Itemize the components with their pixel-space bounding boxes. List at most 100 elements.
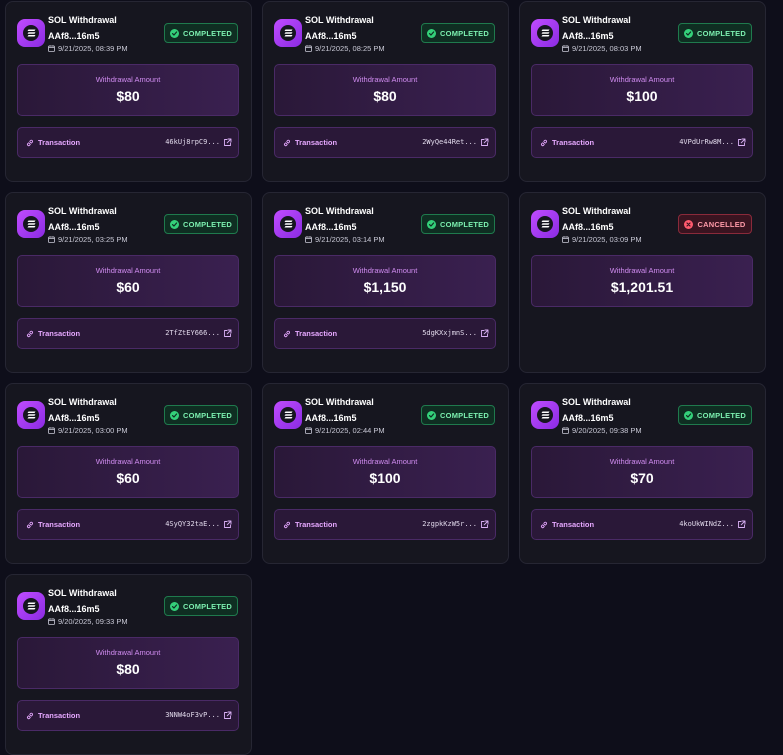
transaction-hash[interactable]: 3NNW4oF3vP... [165,711,220,719]
transaction-row[interactable]: Transaction 2zgpkKzW5r... [274,509,496,540]
calendar-icon [305,236,312,243]
transaction-label: Transaction [552,520,595,529]
transaction-row[interactable]: Transaction 4koUkWINdZ... [531,509,753,540]
status-text: COMPLETED [183,601,232,611]
transaction-hash[interactable]: 4koUkWINdZ... [679,520,734,528]
calendar-icon [562,45,569,52]
external-link-icon[interactable] [480,138,489,147]
solana-logo-icon [17,19,45,47]
card-date: 9/21/2025, 02:44 PM [305,426,385,435]
status-text: COMPLETED [697,28,746,38]
amount-box: Withdrawal Amount $80 [17,637,239,689]
date-text: 9/21/2025, 08:25 PM [315,44,385,53]
transaction-row[interactable]: Transaction 5dgKXxjmnS... [274,318,496,349]
transaction-label: Transaction [552,138,595,147]
check-circle-icon [170,28,180,38]
solana-logo-icon [531,19,559,47]
calendar-icon [48,618,55,625]
status-badge: COMPLETED [421,405,495,425]
amount-label: Withdrawal Amount [95,648,161,657]
transaction-row[interactable]: Transaction 2TfZtEY666... [17,318,239,349]
amount-box: Withdrawal Amount $60 [17,446,239,498]
wallet-address: AAf8...16m5 [305,31,357,41]
amount-label: Withdrawal Amount [609,457,675,466]
calendar-icon [48,236,55,243]
card-date: 9/21/2025, 08:03 PM [562,44,642,53]
external-link-icon[interactable] [480,520,489,529]
withdrawal-card: SOL Withdrawal AAf8...16m5 9/21/2025, 03… [5,192,252,373]
external-link-icon[interactable] [737,138,746,147]
date-text: 9/21/2025, 03:09 PM [572,235,642,244]
status-text: COMPLETED [183,28,232,38]
transaction-hash[interactable]: 4SyQY32taE... [165,520,220,528]
transaction-hash[interactable]: 5dgKXxjmnS... [422,329,477,337]
transaction-hash[interactable]: 2TfZtEY666... [165,329,220,337]
transaction-label: Transaction [295,138,338,147]
external-link-icon[interactable] [223,520,232,529]
transaction-label: Transaction [38,520,81,529]
status-text: COMPLETED [440,219,489,229]
amount-value: $60 [116,470,140,486]
transaction-row[interactable]: Transaction 46kUj8rpC9... [17,127,239,158]
link-icon [541,139,547,147]
check-circle-icon [684,28,694,38]
card-title: SOL Withdrawal [48,397,117,407]
link-icon [284,139,290,147]
transaction-hash[interactable]: 4VPdUrRw8M... [679,138,734,146]
status-badge: COMPLETED [164,214,238,234]
withdrawal-card: SOL Withdrawal AAf8...16m5 9/21/2025, 03… [5,383,252,564]
external-link-icon[interactable] [223,138,232,147]
amount-label: Withdrawal Amount [95,75,161,84]
transaction-row[interactable]: Transaction 2WyQe44Ret... [274,127,496,158]
external-link-icon[interactable] [223,711,232,720]
external-link-icon[interactable] [223,329,232,338]
transaction-row[interactable]: Transaction 3NNW4oF3vP... [17,700,239,731]
check-circle-icon [427,219,437,229]
status-badge: COMPLETED [164,23,238,43]
wallet-address: AAf8...16m5 [305,413,357,423]
status-text: COMPLETED [440,28,489,38]
solana-logo-icon [274,19,302,47]
card-title: SOL Withdrawal [562,206,631,216]
check-circle-icon [170,219,180,229]
amount-value: $1,150 [363,279,407,295]
amount-label: Withdrawal Amount [352,266,418,275]
card-date: 9/21/2025, 08:39 PM [48,44,128,53]
amount-box: Withdrawal Amount $100 [274,446,496,498]
date-text: 9/21/2025, 08:03 PM [572,44,642,53]
solana-logo-icon [17,210,45,238]
transaction-hash[interactable]: 2zgpkKzW5r... [422,520,477,528]
withdrawal-card: SOL Withdrawal AAf8...16m5 9/21/2025, 08… [519,1,766,182]
status-badge: COMPLETED [678,23,752,43]
calendar-icon [562,236,569,243]
transaction-label: Transaction [38,329,81,338]
solana-logo-icon [531,401,559,429]
external-link-icon[interactable] [737,520,746,529]
transaction-hash[interactable]: 46kUj8rpC9... [165,138,220,146]
card-date: 9/21/2025, 03:09 PM [562,235,642,244]
transaction-row[interactable]: Transaction 4VPdUrRw8M... [531,127,753,158]
solana-logo-icon [274,210,302,238]
wallet-address: AAf8...16m5 [48,604,100,614]
date-text: 9/20/2025, 09:38 PM [572,426,642,435]
link-icon [27,712,33,720]
link-icon [27,330,33,338]
date-text: 9/20/2025, 09:33 PM [58,617,128,626]
check-circle-icon [170,410,180,420]
amount-label: Withdrawal Amount [352,75,418,84]
card-title: SOL Withdrawal [305,397,374,407]
amount-label: Withdrawal Amount [352,457,418,466]
amount-label: Withdrawal Amount [95,266,161,275]
withdrawal-card: SOL Withdrawal AAf8...16m5 9/20/2025, 09… [5,574,252,755]
external-link-icon[interactable] [480,329,489,338]
transaction-hash[interactable]: 2WyQe44Ret... [422,138,477,146]
amount-box: Withdrawal Amount $100 [531,64,753,116]
check-circle-icon [427,410,437,420]
status-badge: COMPLETED [421,23,495,43]
card-title: SOL Withdrawal [562,397,631,407]
status-badge: COMPLETED [421,214,495,234]
transaction-row[interactable]: Transaction 4SyQY32taE... [17,509,239,540]
amount-box: Withdrawal Amount $80 [17,64,239,116]
transaction-label: Transaction [295,520,338,529]
x-circle-icon [684,219,694,229]
